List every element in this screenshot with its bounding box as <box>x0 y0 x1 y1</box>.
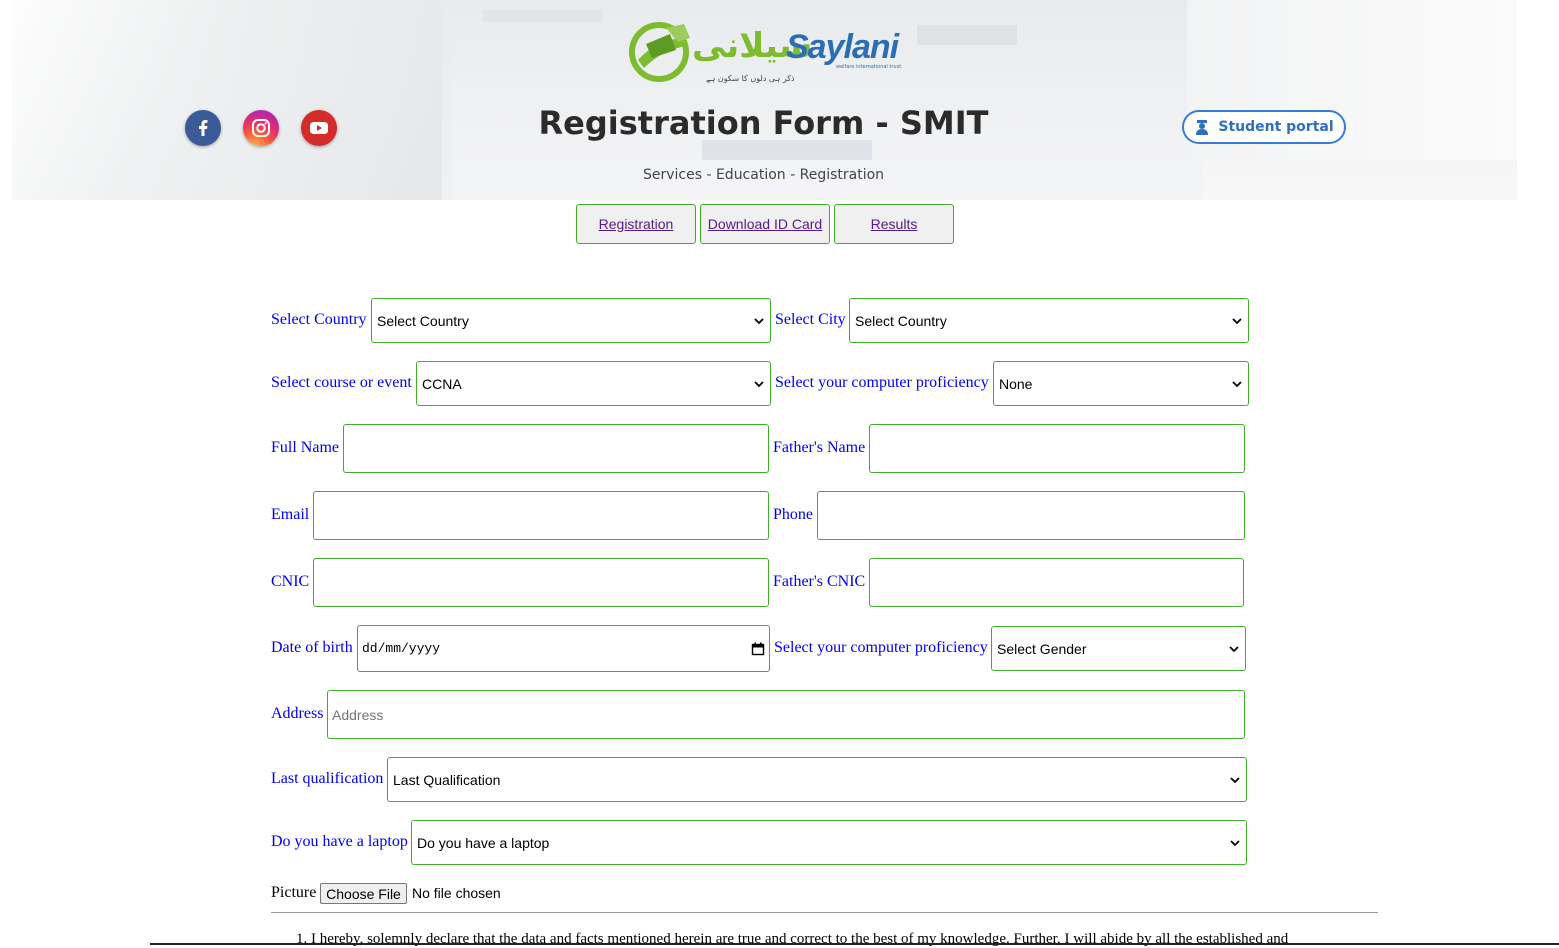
logo-wordmark: Saylani <box>786 28 899 66</box>
proficiency-select-value: None <box>999 375 1033 392</box>
chevron-down-icon <box>754 317 764 324</box>
divider <box>271 912 1378 913</box>
choose-file-button[interactable]: Choose File <box>320 883 407 904</box>
banner-decoration <box>917 25 1017 45</box>
father-name-label: Father's Name <box>773 439 866 456</box>
student-portal-label: Student portal <box>1218 119 1334 135</box>
address-placeholder: Address <box>332 706 384 723</box>
chevron-down-icon <box>1232 380 1242 387</box>
father-name-input[interactable] <box>869 424 1245 473</box>
qualification-select-value: Last Qualification <box>393 771 501 788</box>
laptop-select[interactable]: Do you have a laptop <box>411 820 1247 865</box>
gender-select[interactable]: Select Gender <box>991 626 1246 671</box>
chevron-down-icon <box>754 380 764 387</box>
address-input[interactable]: Address <box>327 690 1245 739</box>
gender-select-value: Select Gender <box>997 640 1087 657</box>
tab-registration[interactable]: Registration <box>576 204 696 244</box>
city-select-value: Select Country <box>855 312 947 329</box>
father-cnic-input[interactable] <box>869 558 1244 607</box>
phone-label: Phone <box>773 506 813 523</box>
chevron-down-icon <box>1230 839 1240 846</box>
course-select[interactable]: CCNA <box>416 361 771 406</box>
qualification-label: Last qualification <box>271 770 384 787</box>
banner-decoration <box>702 140 872 160</box>
chevron-down-icon <box>1229 645 1239 652</box>
email-label: Email <box>271 506 310 523</box>
full-name-input[interactable] <box>343 424 769 473</box>
course-select-value: CCNA <box>422 375 462 392</box>
dob-value: dd/mm/yyyy <box>362 641 441 656</box>
tab-results[interactable]: Results <box>834 204 954 244</box>
dob-date-input[interactable]: dd/mm/yyyy <box>357 625 770 672</box>
banner-decoration <box>482 10 602 22</box>
chevron-down-icon <box>1230 776 1240 783</box>
graduate-icon <box>1196 120 1209 135</box>
laptop-select-value: Do you have a laptop <box>417 834 550 851</box>
cnic-label: CNIC <box>271 573 310 590</box>
father-cnic-label: Father's CNIC <box>773 573 866 590</box>
tab-download-id-card[interactable]: Download ID Card <box>700 204 830 244</box>
country-select-value: Select Country <box>377 312 469 329</box>
logo-tagline: ذکر ہی دلوں کا سکون ہے <box>706 74 795 83</box>
dob-label: Date of birth <box>271 639 353 656</box>
phone-input[interactable] <box>817 491 1245 540</box>
city-select[interactable]: Select Country <box>849 298 1249 343</box>
proficiency-label: Select your computer proficiency <box>775 374 989 391</box>
picture-label: Picture <box>271 884 317 901</box>
gender-label: Select your computer proficiency <box>774 639 988 656</box>
calendar-icon[interactable] <box>751 642 765 656</box>
chevron-down-icon <box>1232 317 1242 324</box>
cnic-input[interactable] <box>313 558 769 607</box>
country-label: Select Country <box>271 311 367 328</box>
declaration-text: 1. I hereby, solemnly declare that the d… <box>296 931 1289 947</box>
file-status-text: No file chosen <box>412 885 501 901</box>
address-label: Address <box>271 705 324 722</box>
page-bottom-divider <box>150 943 1559 945</box>
country-select[interactable]: Select Country <box>371 298 771 343</box>
full-name-label: Full Name <box>271 439 339 456</box>
proficiency-select[interactable]: None <box>993 361 1249 406</box>
qualification-select[interactable]: Last Qualification <box>387 757 1247 802</box>
laptop-label: Do you have a laptop <box>271 833 408 850</box>
page-subtitle: Services - Education - Registration <box>642 167 885 183</box>
course-label: Select course or event <box>271 374 412 391</box>
email-input[interactable] <box>313 491 769 540</box>
city-label: Select City <box>775 311 846 328</box>
logo-subtagline: welfare international trust <box>836 64 902 70</box>
student-portal-button[interactable]: Student portal <box>1182 110 1346 144</box>
